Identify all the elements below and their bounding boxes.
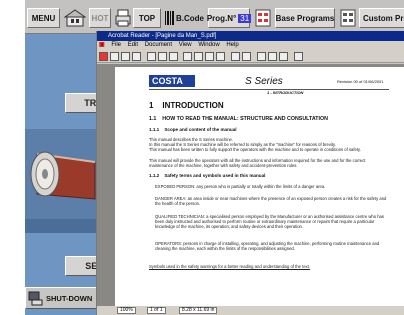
program-label: Prog.N° bbox=[206, 13, 237, 23]
page-size-readout: 8.28 x 11.69 in bbox=[179, 307, 218, 314]
acrobat-reader-window: Acrobat Reader - [Pagine da Man_S.pdf] ▣… bbox=[96, 31, 404, 315]
shutdown-label: SHUT-DOWN bbox=[46, 293, 93, 303]
menu-file[interactable]: File bbox=[111, 42, 121, 48]
series-title: S Series bbox=[245, 76, 283, 87]
page-number-field[interactable]: 1 of 1 bbox=[147, 307, 166, 314]
open-icon[interactable] bbox=[110, 52, 119, 61]
first-page-icon[interactable] bbox=[183, 52, 192, 61]
go-back-icon[interactable] bbox=[231, 52, 240, 61]
custom-grid-icon[interactable] bbox=[339, 7, 357, 29]
machine-toolbar: MENU HOT TOP B.Code Prog.N° 31 Base Prog… bbox=[25, 0, 404, 34]
section-subtitle: 1 - INTRODUCTION bbox=[267, 90, 304, 95]
top-button[interactable]: TOP bbox=[133, 8, 161, 28]
bullet-danger-area: DANGER AREA: an area inside or near mach… bbox=[155, 196, 387, 207]
heading-1-1-1: 1.1.1 Scope and content of the manual bbox=[149, 127, 237, 132]
paragraph: This manual has been written to fully su… bbox=[149, 147, 361, 152]
bcode-button[interactable]: B.Code bbox=[175, 8, 205, 28]
hand-tool-icon[interactable] bbox=[147, 52, 156, 61]
computer-icon bbox=[28, 291, 43, 306]
heading-1-1-2: 1.1.2 Safety terms and symbols used in t… bbox=[149, 173, 266, 178]
menu-window[interactable]: Window bbox=[198, 42, 219, 48]
paragraph: This manual will provide the operators w… bbox=[149, 158, 366, 169]
window-titlebar[interactable]: Acrobat Reader - [Pagine da Man_S.pdf] bbox=[97, 31, 404, 41]
acrobat-toolbar bbox=[97, 50, 404, 63]
print-icon[interactable] bbox=[132, 52, 141, 61]
heading-1-1: 1.1 HOW TO READ THE MANUAL: STRUCTURE AN… bbox=[149, 116, 328, 122]
menu-view[interactable]: View bbox=[179, 42, 192, 48]
printer-icon[interactable] bbox=[114, 7, 132, 29]
heading-introduction: 1 INTRODUCTION bbox=[149, 101, 224, 110]
find-icon[interactable] bbox=[294, 52, 303, 61]
window-title: Acrobat Reader - [Pagine da Man_S.pdf] bbox=[108, 33, 217, 39]
home-icon[interactable] bbox=[63, 7, 87, 29]
base-programs-button[interactable]: Base Programs bbox=[275, 8, 335, 28]
bullet-operators: OPERATORS: persons in charge of installi… bbox=[155, 241, 380, 252]
barcode-icon bbox=[164, 7, 175, 29]
pdf-page: COSTA S Series Revision 00 of 01/06/2001… bbox=[115, 67, 404, 306]
document-viewport[interactable]: COSTA S Series Revision 00 of 01/06/2001… bbox=[97, 64, 404, 306]
fit-page-icon[interactable] bbox=[268, 52, 277, 61]
custom-programs-button[interactable]: Custom Progr bbox=[359, 8, 404, 28]
menu-help[interactable]: Help bbox=[226, 42, 238, 48]
costa-logo: COSTA bbox=[149, 75, 195, 87]
save-icon[interactable] bbox=[121, 52, 130, 61]
bullet-qualified-technician: QUALIFIED TECHNICIAN: a specialised pers… bbox=[155, 214, 384, 230]
zoom-field[interactable]: 100% bbox=[117, 307, 136, 314]
last-page-icon[interactable] bbox=[216, 52, 225, 61]
prev-page-icon[interactable] bbox=[194, 52, 203, 61]
menu-bar: ▣ File Edit Document View Window Help bbox=[97, 41, 404, 50]
fit-width-icon[interactable] bbox=[279, 52, 288, 61]
app-icon: ▣ bbox=[99, 42, 105, 48]
actual-size-icon[interactable] bbox=[257, 52, 266, 61]
program-number: 31 bbox=[238, 13, 252, 23]
go-forward-icon[interactable] bbox=[242, 52, 251, 61]
menu-edit[interactable]: Edit bbox=[128, 42, 138, 48]
next-page-icon[interactable] bbox=[205, 52, 214, 61]
zoom-tool-icon[interactable] bbox=[158, 52, 167, 61]
status-bar: 100% 1 of 1 8.28 x 11.69 in bbox=[97, 306, 404, 315]
symbols-caption: Symbols used in the safety warnings for … bbox=[149, 264, 311, 269]
menu-button[interactable]: MENU bbox=[27, 8, 60, 28]
program-grid-icon[interactable] bbox=[254, 7, 272, 29]
machine-view-panel: TR 1 SET bbox=[25, 34, 123, 315]
program-number-field[interactable]: Prog.N° 31 bbox=[206, 8, 252, 28]
shutdown-button[interactable]: SHUT-DOWN bbox=[25, 287, 97, 309]
menu-document[interactable]: Document bbox=[145, 42, 172, 48]
revision-text: Revision 00 of 01/06/2001 bbox=[337, 79, 384, 84]
bullet-exposed-person: EXPOSED PERSON: any person who is partia… bbox=[155, 184, 326, 189]
acrobat-logo-icon bbox=[99, 52, 108, 61]
text-select-icon[interactable] bbox=[169, 52, 178, 61]
hot-button[interactable]: HOT bbox=[89, 8, 111, 28]
